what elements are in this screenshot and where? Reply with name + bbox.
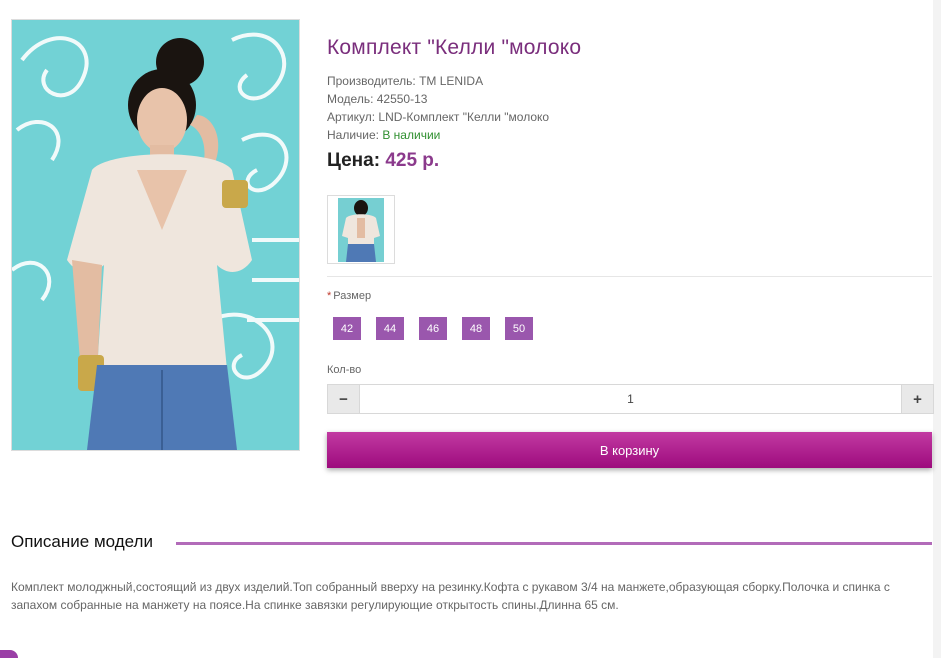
size-label: * Размер [327,290,371,302]
manufacturer: Производитель: TM LENIDA [327,74,484,88]
size-label-text: Размер [333,290,372,302]
quantity-label: Кол-во [327,364,362,376]
product-meta: Производитель: TM LENIDA Модель: 42550-1… [327,72,932,144]
product-info: Комплект "Келли "молоко Производитель: T… [327,36,932,172]
description-heading: Описание модели [11,532,153,551]
size-options: 42 44 46 48 50 [333,317,533,340]
quantity-input[interactable]: 1 [360,385,901,413]
availability-label: Наличие: [327,128,383,142]
add-to-cart-button[interactable]: В корзину [327,432,932,468]
corner-decoration [0,650,18,658]
price-label: Цена: [327,150,386,171]
size-option-42[interactable]: 42 [333,317,361,340]
size-option-44[interactable]: 44 [376,317,404,340]
required-mark: * [327,290,332,302]
product-title: Комплект "Келли "молоко [327,36,582,59]
size-option-50[interactable]: 50 [505,317,533,340]
availability-value: В наличии [382,128,441,142]
quantity-stepper: − 1 + [327,384,934,414]
availability: Наличие: В наличии [327,126,932,144]
page-right-edge [933,0,941,658]
description-heading-rule [176,542,932,545]
price-value: 425 р. [385,150,440,171]
model: Модель: 42550-13 [327,92,428,106]
size-option-46[interactable]: 46 [419,317,447,340]
size-option-48[interactable]: 48 [462,317,490,340]
sku: Артикул: LND-Комплект "Келли "молоко [327,110,550,124]
price: Цена: 425 р. [327,150,932,172]
product-main-image[interactable] [11,19,300,451]
quantity-decrease-button[interactable]: − [328,385,360,413]
product-thumbnail[interactable] [327,195,395,264]
quantity-increase-button[interactable]: + [901,385,933,413]
product-photo [12,20,299,450]
divider [327,276,932,277]
thumbnail-photo [338,198,384,262]
description-text: Комплект молоджный,состоящий из двух изд… [11,580,890,612]
